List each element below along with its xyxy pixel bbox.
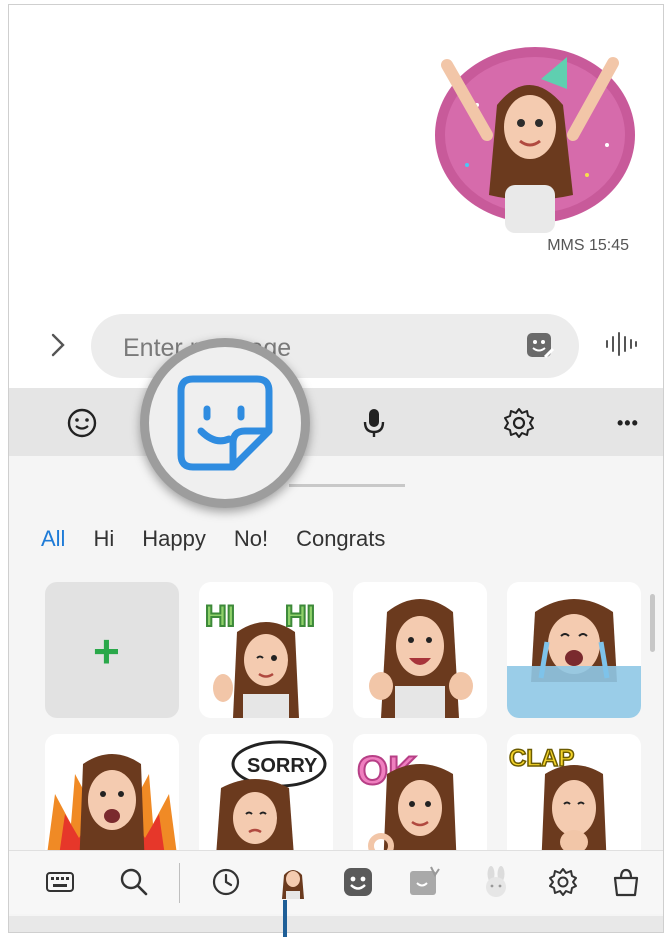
keyboard-icon (46, 872, 74, 892)
voice-wave-icon (606, 332, 637, 356)
add-sticker-button[interactable]: + (45, 582, 179, 718)
tab-happy[interactable]: Happy (142, 526, 206, 560)
sticker-sorry-image: SORRY (216, 740, 327, 852)
recent-stickers-button[interactable] (209, 865, 243, 899)
sticker-hi-hi[interactable]: HI HI (199, 582, 333, 718)
recent-icon (212, 868, 240, 896)
divider (179, 863, 180, 903)
callout-pointer (283, 900, 287, 937)
emoji-stickers-button[interactable] (341, 865, 375, 899)
sticker-icon (527, 333, 555, 359)
sticker-clap[interactable]: CLAP (507, 734, 641, 852)
active-tab-indicator (289, 484, 405, 487)
avatar-icon (282, 870, 304, 899)
sticker-fire-angry[interactable] (45, 734, 179, 852)
voice-input-button[interactable] (357, 406, 391, 440)
sticker-keyboard: ••• All Hi Happy No! Congrats + HI HI SO… (9, 388, 663, 932)
sticker-hi-text-left: HI (205, 600, 235, 633)
sticker-hi-image: HI HI (204, 599, 316, 718)
sticker-sorry[interactable]: SORRY (199, 734, 333, 852)
sticker-store-button[interactable] (609, 865, 643, 899)
keyboard-toolbar: ••• (9, 388, 663, 456)
chevron-right-icon (51, 333, 65, 357)
sticker-crying-pool[interactable] (507, 582, 641, 718)
sticker-thumbs-up[interactable] (353, 582, 487, 718)
sticker-ok-image: OK (356, 748, 457, 852)
sticker-clap-image: CLAP (508, 744, 607, 852)
sticker-ok[interactable]: OK (353, 734, 487, 852)
sticker-thumbs-up-image (369, 599, 473, 718)
sticker-settings-button[interactable] (546, 865, 580, 899)
sticker-grid: + HI HI SORRY OK CLAP (45, 582, 655, 852)
more-icon: ••• (617, 413, 639, 433)
sticker-crying-image (507, 599, 641, 718)
avatar-stickers-button[interactable] (276, 865, 310, 899)
tab-no[interactable]: No! (234, 526, 268, 560)
voice-button[interactable] (603, 328, 639, 360)
messaging-screen: MMS 15:45 Enter message (8, 4, 664, 933)
message-composer: Enter message (9, 310, 663, 380)
sticker-search-button[interactable] (117, 865, 151, 899)
settings-icon (549, 868, 577, 896)
settings-icon (504, 408, 534, 438)
sticker-icon (177, 375, 273, 471)
sticker-pack-bar (9, 850, 663, 914)
sticker-sorry-text: SORRY (247, 755, 318, 777)
message-timestamp: MMS 15:45 (547, 237, 629, 254)
bunny-icon (486, 866, 506, 897)
sticker-button-magnifier[interactable] (140, 338, 310, 508)
sticker-icon (344, 868, 372, 896)
received-sticker-message[interactable] (417, 35, 639, 235)
plus-icon: + (93, 625, 120, 677)
search-icon (120, 868, 148, 896)
bunny-stickers-button[interactable] (479, 865, 513, 899)
sticker-button[interactable] (525, 332, 555, 360)
ar-emoji-icon (410, 866, 440, 895)
tab-congrats[interactable]: Congrats (296, 526, 385, 560)
keyboard-switch-button[interactable] (43, 865, 77, 899)
emoji-button[interactable] (65, 406, 99, 440)
store-bag-icon (613, 868, 639, 897)
tab-hi[interactable]: Hi (93, 526, 114, 560)
more-options-button[interactable]: ••• (617, 406, 657, 440)
emoji-icon (67, 408, 97, 438)
expand-button[interactable] (45, 332, 71, 358)
microphone-icon (363, 409, 385, 437)
party-donut-sticker (435, 47, 635, 233)
sticker-hi-text-right: HI (285, 600, 315, 633)
keyboard-settings-button[interactable] (502, 406, 536, 440)
navigation-strip (9, 916, 663, 932)
ar-emoji-button[interactable] (407, 865, 441, 899)
sticker-fire-image (47, 754, 177, 852)
sticker-category-tabs: All Hi Happy No! Congrats (41, 526, 413, 560)
sticker-scrollbar[interactable] (650, 594, 655, 652)
tab-all[interactable]: All (41, 526, 65, 560)
